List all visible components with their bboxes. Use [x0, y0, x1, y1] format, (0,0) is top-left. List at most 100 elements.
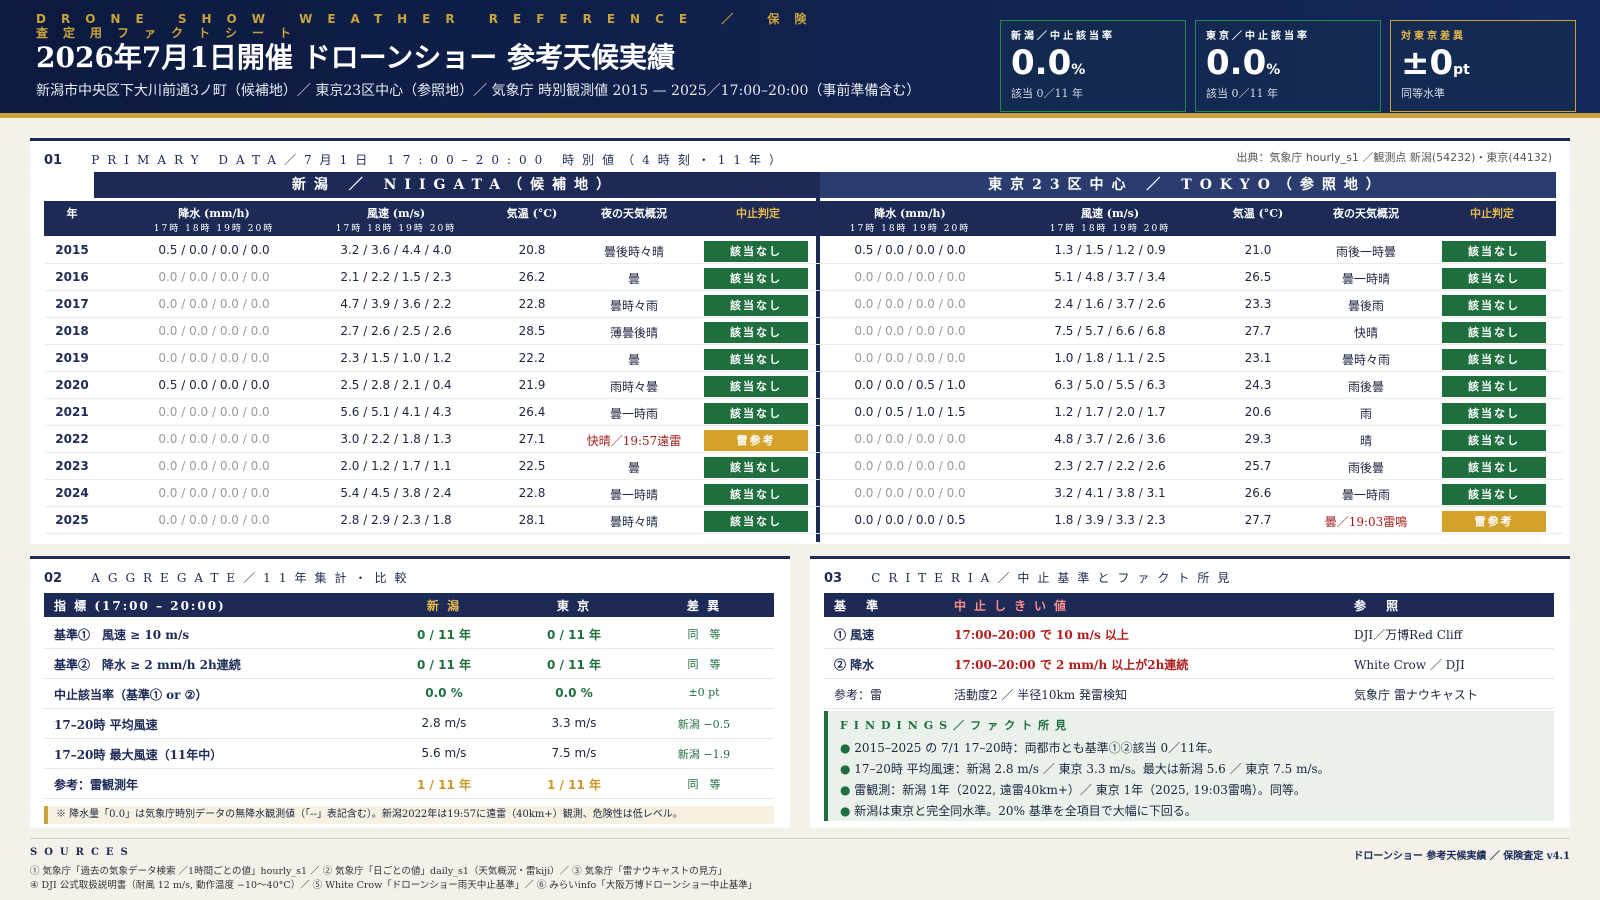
status-badge: 該当なし	[1442, 349, 1546, 370]
cell-t-wind: 1.8 / 3.9 / 3.3 / 2.3	[1054, 513, 1166, 527]
tokyo-value: 1 / 11 年	[547, 778, 601, 792]
aggregate-row: 17–20時 平均風速 2.8 m/s 3.3 m/s 新潟 −0.5	[44, 709, 774, 739]
table-row: 2025 0.0 / 0.0 / 0.0 / 0.0 2.8 / 2.9 / 2.3…	[44, 507, 1564, 534]
niigata-value: 1 / 11 年	[417, 778, 471, 792]
status-badge: 該当なし	[704, 241, 808, 262]
cell-n-precip: 0.0 / 0.0 / 0.0 / 0.0	[158, 351, 270, 365]
status-badge: 雷参考	[704, 430, 808, 451]
cell-n-temp: 27.1	[518, 432, 546, 446]
status-badge: 該当なし	[1442, 295, 1546, 316]
header-precip: 降水 (mm/h)	[874, 207, 946, 220]
cell-year: 2023	[55, 459, 89, 473]
cell-t-wx: 曇／19:03雷鳴	[1324, 515, 1408, 529]
metric-label: 中止該当率（基準① or ②）	[54, 688, 208, 702]
header-hours: 17時 18時 19時 20時	[1049, 224, 1171, 234]
status-badge: 該当なし	[1442, 268, 1546, 289]
niigata-value: 0 / 11 年	[417, 658, 471, 672]
diff-value: 新潟 −0.5	[677, 718, 731, 731]
cell-year: 2016	[55, 270, 89, 284]
status-badge: 該当なし	[704, 268, 808, 289]
footnote: ※ 降水量「0.0」は気象庁時別データの無降水観測値（「--」表記含む）。新潟2…	[44, 806, 774, 824]
niigata-value: 0 / 11 年	[417, 628, 471, 642]
page-subtitle: 新潟市中央区下大川前通3ノ町（候補地）／ 東京23区中心（参照地）／ 気象庁 時…	[36, 83, 921, 99]
cell-year: 2020	[55, 378, 89, 392]
cell-t-wind: 2.4 / 1.6 / 3.7 / 2.6	[1054, 297, 1166, 311]
status-badge: 雷参考	[1442, 511, 1546, 532]
cell-n-wx: 薄曇後晴	[609, 326, 658, 340]
status-badge: 該当なし	[1442, 241, 1546, 262]
cell-t-wind: 6.3 / 5.0 / 5.5 / 6.3	[1054, 378, 1166, 392]
cell-n-precip: 0.0 / 0.0 / 0.0 / 0.0	[158, 459, 270, 473]
cell-n-wind: 2.8 / 2.9 / 2.3 / 1.8	[340, 513, 452, 527]
cell-n-wind: 3.2 / 3.6 / 4.4 / 4.0	[340, 243, 452, 257]
niigata-value: 0.0 %	[425, 686, 463, 700]
cell-n-temp: 22.8	[518, 297, 546, 311]
header-hours: 17時 18時 19時 20時	[849, 224, 971, 234]
cell-t-temp: 26.6	[1244, 486, 1272, 500]
footer-tag: ドローンショー 参考天候実績 ／ 保険査定 v4.1	[1353, 851, 1570, 862]
section-heading: 02 AGGREGATE／11年集計・比較	[44, 567, 414, 586]
header-temp: 気温 (°C)	[506, 207, 558, 220]
cell-t-wx: 雨後曇	[1347, 380, 1384, 394]
cell-t-temp: 23.3	[1244, 297, 1272, 311]
primary-data-section: 01 PRIMARY DATA／7月1日 17:00–20:00 時別値（4時刻…	[30, 138, 1570, 544]
table-header-tokyo: 降水 (mm/h) 17時 18時 19時 20時 風速 (m/s) 17時 1…	[820, 201, 1556, 236]
cell-t-wx: 雨	[1359, 407, 1372, 421]
cell-n-precip: 0.0 / 0.0 / 0.0 / 0.0	[158, 324, 270, 338]
criteria-threshold: 17:00–20:00 で 10 m/s 以上	[954, 628, 1129, 642]
header: DRONE SHOW WEATHER REFERENCE ／ 保険査定用ファクト…	[0, 0, 1600, 118]
cell-n-temp: 26.4	[518, 405, 546, 419]
header-weather: 夜の天気概況	[601, 207, 667, 220]
cell-t-wind: 1.2 / 1.7 / 2.0 / 1.7	[1054, 405, 1166, 419]
header-diff: 差 異	[686, 599, 722, 613]
cell-t-wind: 1.3 / 1.5 / 1.2 / 0.9	[1054, 243, 1166, 257]
cell-n-wind: 2.3 / 1.5 / 1.0 / 1.2	[340, 351, 452, 365]
table-row: 2020 0.5 / 0.0 / 0.0 / 0.0 2.5 / 2.8 / 2.1…	[44, 372, 1564, 399]
source-note: 出典：気象庁 hourly_s1 ／観測点 新潟(54232)・東京(44132…	[1236, 151, 1552, 164]
cell-n-temp: 22.2	[518, 351, 546, 365]
cell-n-precip: 0.0 / 0.0 / 0.0 / 0.0	[158, 297, 270, 311]
aggregate-row: 基準② 降水 ≥ 2 mm/h 2h連続 0 / 11 年 0 / 11 年 同 等	[44, 649, 774, 679]
cell-n-wind: 5.6 / 5.1 / 4.1 / 4.3	[340, 405, 452, 419]
cell-year: 2024	[55, 486, 89, 500]
cell-n-wind: 4.7 / 3.9 / 3.6 / 2.2	[340, 297, 452, 311]
niigata-value: 5.6 m/s	[421, 746, 467, 760]
cell-t-wx: 曇一時晴	[1341, 272, 1390, 286]
cell-t-precip: 0.0 / 0.0 / 0.0 / 0.0	[854, 459, 966, 473]
criteria-reference: 気象庁 雷ナウキャスト	[1354, 688, 1478, 702]
diff-value: 新潟 −1.9	[677, 748, 731, 761]
cell-n-wind: 3.0 / 2.2 / 1.8 / 1.3	[340, 432, 452, 446]
header-threshold: 中止しきい値	[954, 599, 1075, 613]
criteria-threshold: 17:00–20:00 で 2 mm/h 以上が2h連続	[954, 658, 1189, 672]
finding-item: ● 雷観測：新潟 1年（2022, 遠雷40km+）／ 東京 1年（2025, …	[840, 783, 1306, 797]
table-header-niigata: 年 降水 (mm/h) 17時 18時 19時 20時 風速 (m/s) 17時…	[44, 201, 816, 236]
cell-n-wx: 曇	[627, 272, 640, 286]
cell-n-precip: 0.5 / 0.0 / 0.0 / 0.0	[158, 243, 270, 257]
kpi-value: 0.0%	[1206, 43, 1281, 83]
tokyo-value: 0.0 %	[555, 686, 593, 700]
tokyo-value: 3.3 m/s	[551, 716, 597, 730]
cell-t-wx: 快晴	[1353, 326, 1378, 340]
header-wind: 風速 (m/s)	[366, 207, 426, 220]
table-row: 2015 0.5 / 0.0 / 0.0 / 0.0 3.2 / 3.6 / 4.4…	[44, 237, 1564, 264]
header-criteria: 基 準	[834, 599, 887, 613]
finding-item: ● 新潟は東京と完全同水準。20% 基準を全項目で大幅に下回る。	[840, 804, 1197, 818]
cell-t-temp: 26.5	[1244, 270, 1272, 284]
cell-n-precip: 0.0 / 0.0 / 0.0 / 0.0	[158, 513, 270, 527]
metric-label: 基準② 降水 ≥ 2 mm/h 2h連続	[54, 658, 241, 672]
cell-t-wind: 5.1 / 4.8 / 3.7 / 3.4	[1054, 270, 1166, 284]
region-niigata: 新潟 ／ NIIGATA（候補地）	[94, 172, 816, 198]
cell-n-wind: 2.7 / 2.6 / 2.5 / 2.6	[340, 324, 452, 338]
criteria-section: 03 CRITERIA／中止基準とファクト所見 基 準 中止しきい値 参 照 ①…	[810, 556, 1570, 828]
cell-t-temp: 27.7	[1244, 513, 1272, 527]
cell-n-precip: 0.0 / 0.0 / 0.0 / 0.0	[158, 486, 270, 500]
cell-t-precip: 0.0 / 0.0 / 0.0 / 0.5	[854, 513, 966, 527]
cell-t-wx: 雨後曇	[1347, 461, 1384, 475]
status-badge: 該当なし	[1442, 484, 1546, 505]
criteria-label: 参考：雷	[834, 688, 883, 702]
findings-title: FINDINGS／ファクト所見	[840, 719, 1073, 732]
table-row: 2024 0.0 / 0.0 / 0.0 / 0.0 5.4 / 4.5 / 3.8…	[44, 480, 1564, 507]
cell-n-wind: 2.0 / 1.2 / 1.7 / 1.1	[340, 459, 452, 473]
criteria-header: 基 準 中止しきい値 参 照	[824, 593, 1554, 617]
footer: SOURCES ① 気象庁「過去の気象データ検索 ／1時間ごとの値」hourly…	[30, 838, 1570, 898]
